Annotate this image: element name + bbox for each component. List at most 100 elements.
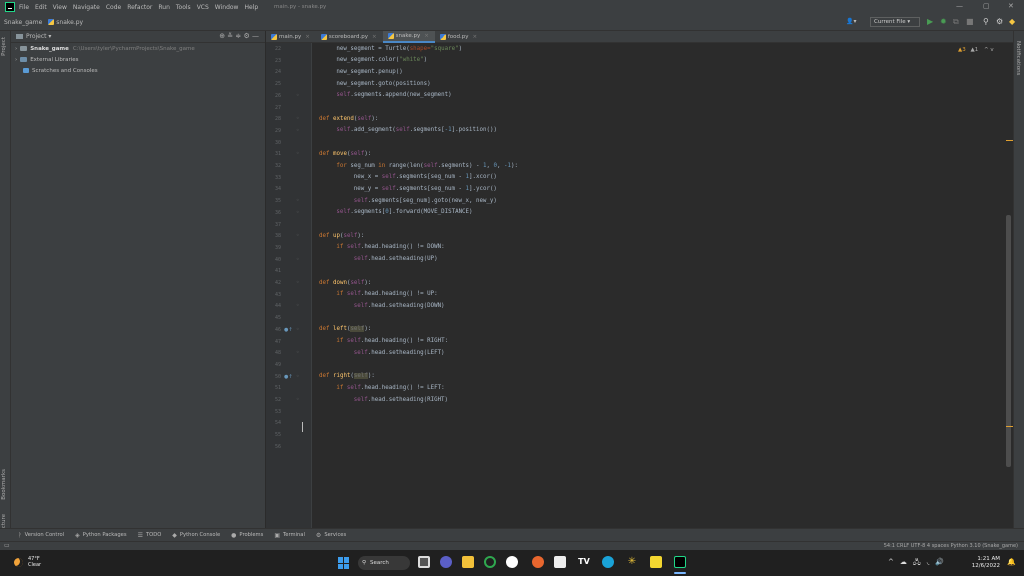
line-number[interactable]: 55 [266, 432, 281, 438]
line-number[interactable]: 29 [266, 128, 281, 134]
chat-icon[interactable] [440, 556, 452, 568]
editor-scrollbar[interactable] [1006, 215, 1011, 467]
tool-version-control[interactable]: ᚹ Version Control [18, 532, 64, 539]
code-line[interactable]: self.segments[seg_num].goto(new_x, new_y… [354, 198, 497, 204]
close-button[interactable]: ✕ [1008, 2, 1014, 10]
menu-view[interactable]: View [53, 4, 67, 11]
code-line[interactable]: def up(self): [319, 233, 364, 239]
tool-problems[interactable]: ● Problems [231, 532, 263, 539]
edge-icon[interactable] [602, 556, 614, 568]
tool-terminal[interactable]: ▣ Terminal [274, 532, 305, 539]
menu-code[interactable]: Code [106, 4, 121, 11]
line-number[interactable]: 45 [266, 315, 281, 321]
fold-toggle-icon[interactable]: ◦ [296, 302, 300, 309]
inspection-widget[interactable]: ▲3 ▲1 ^ v [958, 47, 994, 53]
menu-tools[interactable]: Tools [176, 4, 191, 11]
code-line[interactable]: if self.head.heading() != DOWN: [336, 244, 444, 250]
line-number[interactable]: 32 [266, 163, 281, 169]
close-tab-icon[interactable]: × [472, 34, 477, 40]
line-number[interactable]: 42 [266, 280, 281, 286]
tool-services[interactable]: ⚙ Services [316, 532, 346, 539]
line-number[interactable]: 26 [266, 93, 281, 99]
line-number[interactable]: 52 [266, 397, 281, 403]
tree-item-snake-game[interactable]: › Snake_game C:\Users\tyler\PycharmProje… [11, 43, 265, 54]
fold-toggle-icon[interactable]: ◦ [296, 373, 300, 380]
line-number[interactable]: 51 [266, 385, 281, 391]
code-line[interactable]: new_segment = Turtle(shape="square") [336, 46, 462, 52]
onedrive-icon[interactable]: ☁ [900, 558, 907, 569]
settings-icon[interactable]: ⚙ [996, 17, 1003, 27]
line-number[interactable]: 44 [266, 303, 281, 309]
breadcrumb-project[interactable]: Snake_game [4, 19, 42, 26]
code-line[interactable]: new_segment.penup() [336, 69, 402, 75]
warning-icon[interactable]: ▲3 [958, 47, 966, 53]
pycharm-taskbar-icon[interactable] [674, 556, 686, 568]
code-line[interactable]: self.segments.append(new_segment) [336, 92, 451, 98]
warning-stripe-mark[interactable] [1006, 426, 1013, 427]
fold-toggle-icon[interactable]: ◦ [296, 150, 300, 157]
tool-python-packages[interactable]: ◈ Python Packages [75, 532, 126, 539]
code-line[interactable]: if self.head.heading() != RIGHT: [336, 338, 448, 344]
code-line[interactable]: for seg_num in range(len(self.segments) … [336, 163, 518, 169]
code-line[interactable]: self.segments[0].forward(MOVE_DISTANCE) [336, 209, 472, 215]
fold-toggle-icon[interactable]: ◦ [296, 349, 300, 356]
run-icon[interactable]: ▶ [927, 17, 933, 27]
line-number[interactable]: 28 [266, 116, 281, 122]
clock[interactable]: 1:21 AM 12/6/2022 [972, 556, 1000, 570]
xbox-icon[interactable] [484, 556, 496, 568]
code-line[interactable]: def down(self): [319, 280, 371, 286]
code-line[interactable]: self.head.setheading(LEFT) [354, 350, 445, 356]
expand-arrow-icon[interactable]: › [15, 46, 17, 52]
line-number[interactable]: 41 [266, 268, 281, 274]
notifications-tool-tab[interactable]: Notifications [1015, 41, 1021, 75]
line-number[interactable]: 43 [266, 292, 281, 298]
line-number[interactable]: 23 [266, 58, 281, 64]
minimize-button[interactable]: — [956, 2, 963, 10]
code-line[interactable]: if self.head.heading() != UP: [336, 291, 437, 297]
tab-scoreboard-py[interactable]: scoreboard.py × [316, 31, 383, 43]
menu-help[interactable]: Help [244, 4, 258, 11]
override-marker-icon[interactable]: ●↑ [284, 327, 293, 333]
file-explorer-icon[interactable] [462, 556, 474, 568]
line-number[interactable]: 49 [266, 362, 281, 368]
code-line[interactable]: self.head.setheading(DOWN) [354, 303, 445, 309]
editor-gutter[interactable]: 22 23 24 25 26 ◦ 27 28 ◦ 29 ◦ 30 31 ◦ 32 33 34 35 ◦ 36 ◦ 37 38… [266, 43, 312, 528]
breadcrumb-file[interactable]: snake.py [48, 19, 83, 26]
code-line[interactable]: self.head.setheading(RIGHT) [354, 397, 448, 403]
line-number[interactable]: 53 [266, 409, 281, 415]
close-tab-icon[interactable]: × [372, 34, 377, 40]
menu-file[interactable]: File [19, 4, 29, 11]
menu-vcs[interactable]: VCS [197, 4, 209, 11]
line-number[interactable]: 34 [266, 186, 281, 192]
store-icon[interactable] [554, 556, 566, 568]
line-number[interactable]: 24 [266, 69, 281, 75]
line-number[interactable]: 48 [266, 350, 281, 356]
line-number[interactable]: 50 [266, 374, 281, 380]
tab-snake-py[interactable]: snake.py × [382, 31, 435, 43]
tool-todo[interactable]: ☰ TODO [138, 532, 162, 539]
line-number[interactable]: 31 [266, 151, 281, 157]
fold-toggle-icon[interactable]: ◦ [296, 92, 300, 99]
expand-arrow-icon[interactable]: › [15, 57, 17, 63]
code-line[interactable]: def right(self): [319, 373, 375, 380]
override-marker-icon[interactable]: ●↑ [284, 374, 293, 380]
line-number[interactable]: 47 [266, 339, 281, 345]
fold-toggle-icon[interactable]: ◦ [296, 127, 300, 134]
line-number[interactable]: 46 [266, 327, 281, 333]
tree-item-external-libraries[interactable]: › External Libraries [11, 54, 265, 65]
search-everywhere-icon[interactable]: ⚲ [983, 17, 989, 27]
fold-toggle-icon[interactable]: ◦ [296, 279, 300, 286]
fold-toggle-icon[interactable]: ◦ [296, 115, 300, 122]
line-number[interactable]: 36 [266, 210, 281, 216]
fold-toggle-icon[interactable]: ◦ [296, 396, 300, 403]
task-view-icon[interactable] [418, 556, 430, 568]
bookmarks-tool-tab[interactable]: Bookmarks [1, 469, 7, 500]
code-line[interactable]: self.head.setheading(UP) [354, 256, 438, 262]
code-line[interactable]: def left(self): [319, 326, 371, 333]
close-tab-icon[interactable]: × [424, 33, 429, 39]
menu-refactor[interactable]: Refactor [127, 4, 152, 11]
volume-icon[interactable]: 🔊 [935, 558, 944, 569]
tab-food-py[interactable]: food.py × [435, 31, 483, 43]
notification-bell-icon[interactable]: 🔔 [1007, 558, 1016, 566]
network-icon[interactable]: 🖧 [913, 558, 921, 569]
